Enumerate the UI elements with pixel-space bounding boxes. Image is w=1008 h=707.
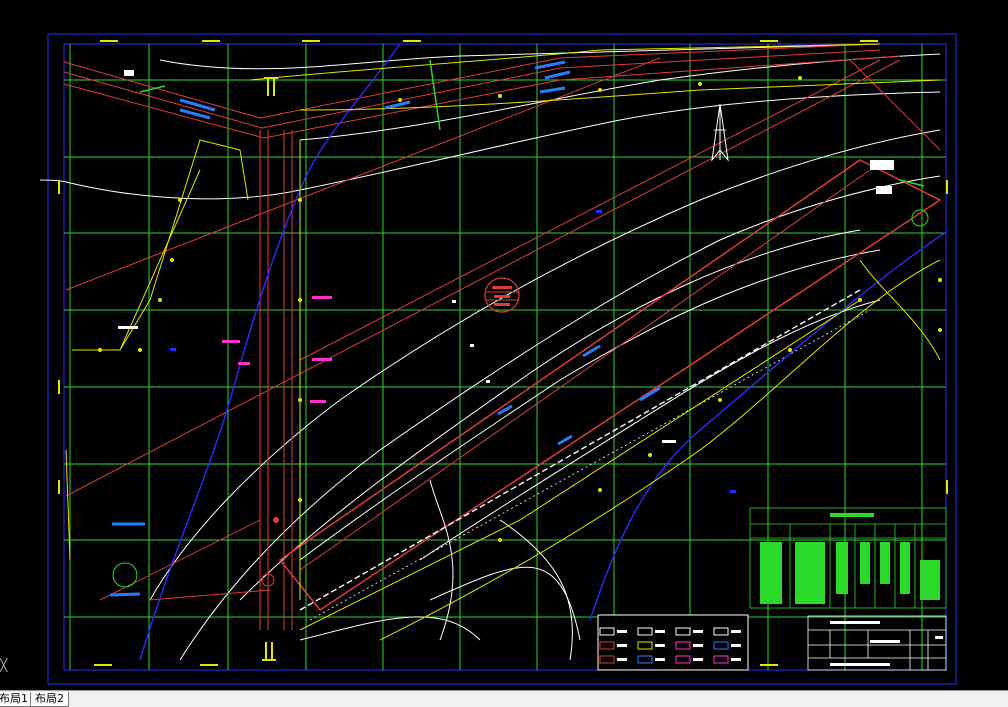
seal-icon [484, 277, 520, 313]
layout-tab-bar: 布局1 布局2 [0, 690, 1008, 707]
legend-box [597, 614, 749, 671]
cyan-markers [109, 60, 661, 597]
cad-model-space[interactable] [0, 0, 1008, 690]
marker-point [273, 517, 279, 523]
bridge-marks [262, 77, 278, 661]
ucs-axis-icon: ╳ [0, 658, 8, 672]
tab-layout-2[interactable]: 布局2 [30, 692, 69, 707]
table-rows [760, 542, 940, 604]
tab-layout-1[interactable]: 布局1 [0, 692, 33, 707]
title-block-text [830, 621, 943, 666]
map-area-labels [170, 210, 736, 493]
